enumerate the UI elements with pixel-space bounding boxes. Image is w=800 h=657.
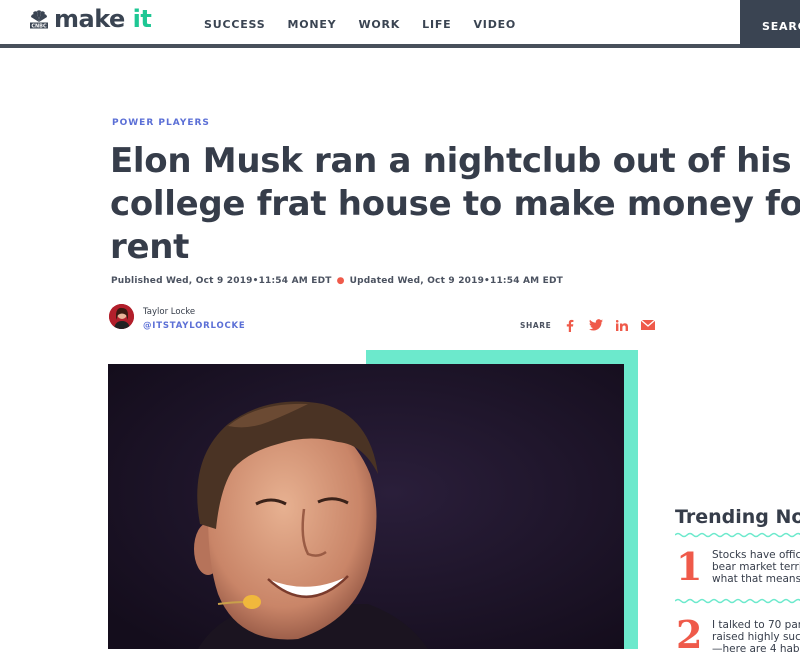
trending-line: Stocks have officially entered	[712, 549, 800, 561]
share-bar: SHARE	[520, 318, 667, 332]
trending-line: bear market territory. Here's	[712, 561, 800, 573]
section-eyebrow[interactable]: POWER PLAYERS	[112, 118, 210, 128]
linkedin-icon[interactable]	[615, 318, 629, 332]
separator-dot: ●	[336, 276, 345, 286]
nav-work[interactable]: WORK	[358, 18, 400, 31]
trending-line: I talked to 70 parents who	[712, 619, 800, 631]
trending-heading: Trending Now	[675, 506, 800, 528]
trending-divider	[675, 598, 800, 604]
trending-item-2[interactable]: I talked to 70 parents who raised highly…	[712, 619, 800, 655]
share-label: SHARE	[520, 320, 552, 330]
email-icon[interactable]	[641, 318, 656, 332]
search-button[interactable]: SEARCH	[740, 0, 800, 48]
logo-accent: it	[132, 5, 152, 33]
logo-wordmark: make it	[54, 5, 152, 33]
author-name[interactable]: Taylor Locke	[143, 307, 195, 317]
make-it-logo[interactable]: CNBC make it	[28, 4, 152, 34]
nav-life[interactable]: LIFE	[422, 18, 451, 31]
site-header: CNBC make it SUCCESS MONEY WORK LIFE VID…	[0, 0, 800, 48]
main-nav: SUCCESS MONEY WORK LIFE VIDEO	[204, 18, 538, 31]
twitter-icon[interactable]	[589, 318, 604, 332]
header-divider	[0, 44, 740, 48]
headline-line: college frat house to make money for	[110, 184, 800, 224]
peacock-icon: CNBC	[30, 10, 48, 29]
avatar-image	[109, 304, 134, 329]
trending-line: what that means	[712, 573, 800, 585]
author-avatar[interactable]	[109, 304, 134, 329]
trending-item-1[interactable]: Stocks have officially entered bear mark…	[712, 549, 800, 585]
trending-number: 1	[676, 544, 703, 589]
headline-line: rent	[110, 227, 190, 267]
nav-video[interactable]: VIDEO	[473, 18, 516, 31]
trending-line: raised highly successful kids	[712, 631, 800, 643]
article-dateline: Published Wed, Oct 9 2019•11:54 AM EDT ● U…	[111, 276, 563, 286]
trending-number: 2	[676, 612, 703, 657]
elon-musk-photo	[108, 364, 624, 649]
logo-prefix: make	[54, 5, 133, 33]
author-handle[interactable]: @ITSTAYLORLOCKE	[143, 321, 246, 331]
nav-money[interactable]: MONEY	[287, 18, 336, 31]
trending-line: —here are 4 habits	[712, 643, 800, 655]
updated-time: Updated Wed, Oct 9 2019•11:54 AM EDT	[349, 276, 564, 286]
headline-line: Elon Musk ran a nightclub out of his	[110, 141, 792, 181]
facebook-icon[interactable]	[563, 318, 577, 332]
published-time: Published Wed, Oct 9 2019•11:54 AM EDT	[111, 276, 332, 286]
nav-success[interactable]: SUCCESS	[204, 18, 265, 31]
peacock-label: CNBC	[31, 23, 47, 29]
trending-divider	[675, 532, 800, 538]
article-headline: Elon Musk ran a nightclub out of his col…	[110, 140, 800, 269]
hero-photo[interactable]	[108, 364, 624, 649]
